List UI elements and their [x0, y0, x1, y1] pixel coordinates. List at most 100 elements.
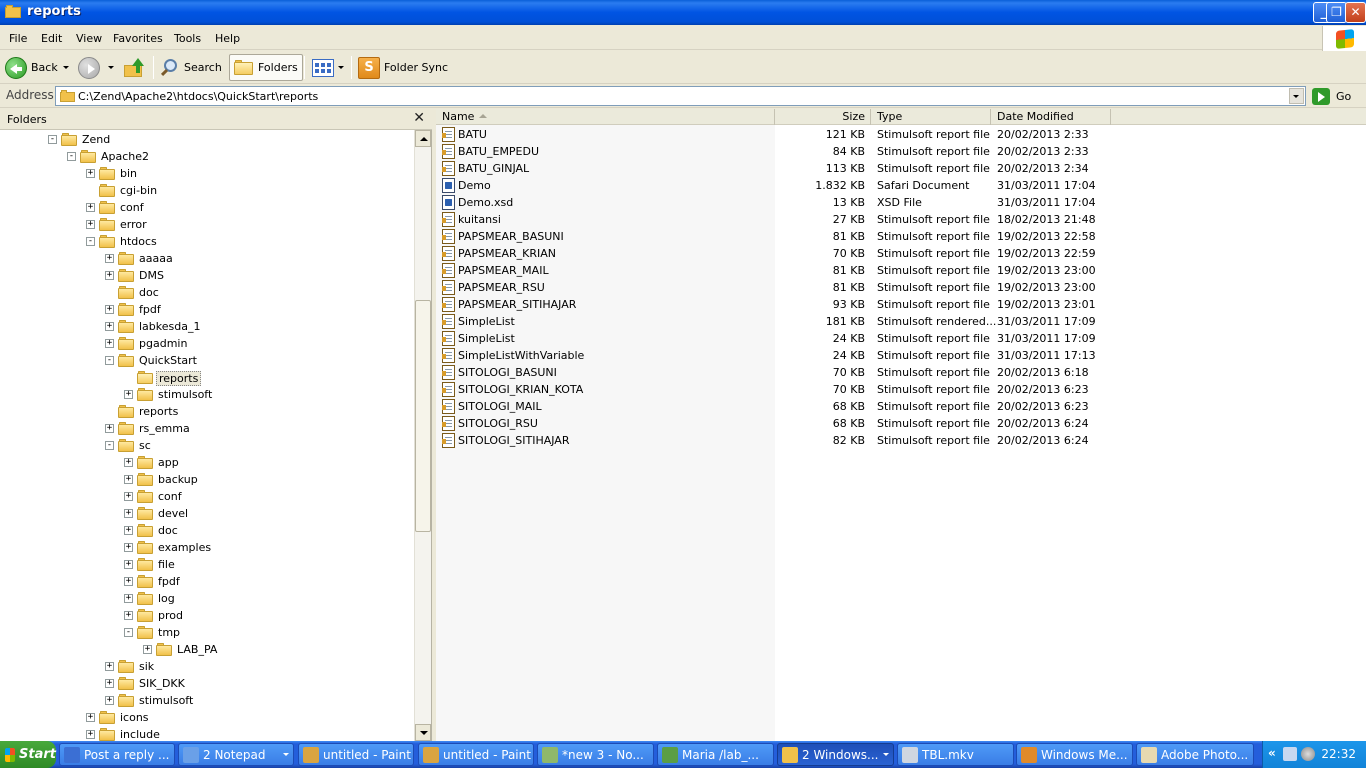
tree-item[interactable]: + backup — [0, 471, 414, 488]
tree-item[interactable]: + labkesda_1 — [0, 318, 414, 335]
close-button[interactable]: ✕ — [1345, 2, 1366, 23]
expand-icon[interactable]: + — [124, 458, 133, 467]
tree-item[interactable]: doc — [0, 284, 414, 301]
expand-icon[interactable]: + — [86, 169, 95, 178]
menu-tools[interactable]: Tools — [174, 32, 201, 45]
tree-item[interactable]: + devel — [0, 505, 414, 522]
file-row[interactable]: BATU_EMPEDU 84 KB Stimulsoft report file 20… — [436, 143, 1366, 160]
taskbar-button[interactable]: Windows Me... — [1016, 743, 1133, 766]
collapse-icon[interactable]: - — [86, 237, 95, 246]
taskbar-button[interactable]: untitled - Paint — [418, 743, 534, 766]
taskbar-button[interactable]: untitled - Paint — [298, 743, 414, 766]
forward-button[interactable] — [78, 54, 114, 81]
tree-item[interactable]: + stimulsoft — [0, 692, 414, 709]
scroll-up-button[interactable] — [415, 130, 431, 147]
tree-item[interactable]: reports — [0, 403, 414, 420]
tree-item[interactable]: - htdocs — [0, 233, 414, 250]
start-button[interactable]: Start — [0, 741, 56, 768]
expand-icon[interactable]: + — [105, 254, 114, 263]
tree-item[interactable]: + conf — [0, 488, 414, 505]
folders-scrollbar[interactable] — [414, 130, 431, 741]
tree-item[interactable]: + stimulsoft — [0, 386, 414, 403]
tree-item[interactable]: + include — [0, 726, 414, 741]
chevron-down-icon[interactable] — [338, 66, 344, 69]
taskbar-button[interactable]: 2 Windows... — [777, 743, 894, 766]
menu-file[interactable]: File — [9, 32, 27, 45]
tree-item[interactable]: - tmp — [0, 624, 414, 641]
expand-icon[interactable]: + — [124, 390, 133, 399]
column-header-type[interactable]: Type — [871, 109, 991, 125]
collapse-icon[interactable]: - — [124, 628, 133, 637]
chevron-down-icon[interactable] — [62, 66, 69, 69]
expand-icon[interactable]: + — [124, 611, 133, 620]
tree-item[interactable]: + bin — [0, 165, 414, 182]
file-row[interactable]: SITOLOGI_RSU 68 KB Stimulsoft report file 2… — [436, 415, 1366, 432]
column-header-date-modified[interactable]: Date Modified — [991, 109, 1111, 125]
tree-item[interactable]: + error — [0, 216, 414, 233]
expand-icon[interactable]: + — [86, 220, 95, 229]
menu-edit[interactable]: Edit — [41, 32, 62, 45]
taskbar-button[interactable]: TBL.mkv — [897, 743, 1014, 766]
tree-item[interactable]: + examples — [0, 539, 414, 556]
tree-item[interactable]: + log — [0, 590, 414, 607]
address-dropdown-button[interactable] — [1289, 88, 1304, 104]
tree-item[interactable]: - Zend — [0, 131, 414, 148]
scroll-thumb[interactable] — [415, 300, 431, 532]
tree-item[interactable]: + fpdf — [0, 573, 414, 590]
menu-help[interactable]: Help — [215, 32, 240, 45]
collapse-icon[interactable]: - — [105, 441, 114, 450]
file-row[interactable]: BATU 121 KB Stimulsoft report file 20/02/20… — [436, 126, 1366, 143]
file-row[interactable]: SimpleListWithVariable 24 KB Stimulsoft re… — [436, 347, 1366, 364]
tree-item[interactable]: + pgadmin — [0, 335, 414, 352]
expand-icon[interactable]: + — [105, 271, 114, 280]
file-row[interactable]: Demo 1.832 KB Safari Document 31/03/2011 17… — [436, 177, 1366, 194]
expand-icon[interactable]: + — [124, 594, 133, 603]
expand-icon[interactable]: + — [124, 526, 133, 535]
taskbar-button[interactable]: 2 Notepad — [178, 743, 294, 766]
taskbar-button[interactable]: Maria /lab_... — [657, 743, 774, 766]
file-row[interactable]: BATU_GINJAL 113 KB Stimulsoft report file 2… — [436, 160, 1366, 177]
tree-item[interactable]: - QuickStart — [0, 352, 414, 369]
title-bar[interactable]: reports _ ❐ ✕ — [0, 0, 1366, 25]
taskbar-button[interactable]: Adobe Photo... — [1136, 743, 1254, 766]
expand-icon[interactable]: + — [124, 577, 133, 586]
expand-icon[interactable]: + — [105, 696, 114, 705]
expand-icon[interactable]: + — [86, 730, 95, 739]
expand-icon[interactable]: + — [86, 203, 95, 212]
file-row[interactable]: SITOLOGI_KRIAN_KOTA 70 KB Stimulsoft repor… — [436, 381, 1366, 398]
tree-item[interactable]: + sik — [0, 658, 414, 675]
taskbar-button[interactable]: Post a reply ... — [59, 743, 175, 766]
address-input[interactable]: C:\Zend\Apache2\htdocs\QuickStart\report… — [55, 86, 1306, 106]
expand-icon[interactable]: + — [105, 322, 114, 331]
tree-item[interactable]: - Apache2 — [0, 148, 414, 165]
file-row[interactable]: PAPSMEAR_MAIL 81 KB Stimulsoft report file… — [436, 262, 1366, 279]
expand-icon[interactable]: + — [105, 305, 114, 314]
expand-icon[interactable]: + — [143, 645, 152, 654]
restore-button[interactable]: ❐ — [1326, 2, 1347, 23]
back-button[interactable]: Back — [5, 54, 69, 81]
tree-item[interactable]: + conf — [0, 199, 414, 216]
file-row[interactable]: Demo.xsd 13 KB XSD File 31/03/2011 17:04 — [436, 194, 1366, 211]
collapse-icon[interactable]: - — [105, 356, 114, 365]
file-row[interactable]: SITOLOGI_MAIL 68 KB Stimulsoft report file… — [436, 398, 1366, 415]
file-row[interactable]: SITOLOGI_BASUNI 70 KB Stimulsoft report fi… — [436, 364, 1366, 381]
expand-icon[interactable]: + — [86, 713, 95, 722]
scroll-down-button[interactable] — [415, 724, 431, 741]
taskbar-button[interactable]: *new 3 - No... — [537, 743, 654, 766]
expand-icon[interactable]: + — [105, 424, 114, 433]
tree-item[interactable]: + aaaaa — [0, 250, 414, 267]
clock[interactable]: 22:32 — [1321, 747, 1356, 761]
expand-icon[interactable]: + — [105, 339, 114, 348]
column-header-size[interactable]: Size — [775, 109, 871, 125]
expand-icon[interactable]: + — [124, 509, 133, 518]
menu-favorites[interactable]: Favorites — [113, 32, 163, 45]
file-row[interactable]: SimpleList 181 KB Stimulsoft rendered... 31… — [436, 313, 1366, 330]
folders-button[interactable]: Folders — [229, 54, 303, 81]
column-header-name[interactable]: Name — [436, 109, 775, 125]
expand-icon[interactable]: + — [124, 475, 133, 484]
file-row[interactable]: PAPSMEAR_KRIAN 70 KB Stimulsoft report fil… — [436, 245, 1366, 262]
expand-icon[interactable]: + — [124, 543, 133, 552]
file-row[interactable]: PAPSMEAR_SITIHAJAR 93 KB Stimulsoft report… — [436, 296, 1366, 313]
expand-icon[interactable]: + — [105, 679, 114, 688]
collapse-icon[interactable]: - — [48, 135, 57, 144]
